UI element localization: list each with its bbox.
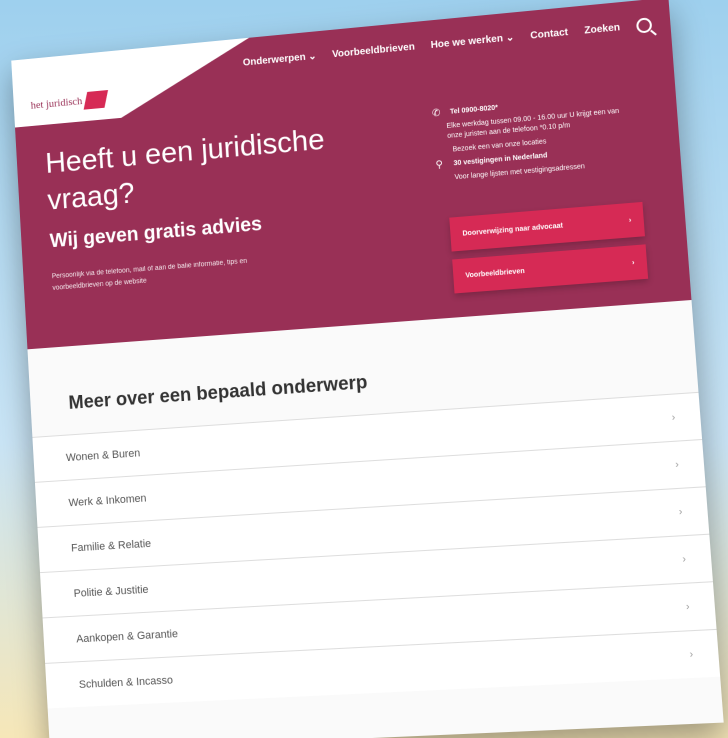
chevron-right-icon: ›: [689, 648, 694, 661]
hero-headline: Heeft u een juridische vraag?: [44, 123, 326, 217]
logo-mark-icon: [83, 90, 108, 110]
logo-text: het juridisch: [30, 95, 83, 112]
referral-lawyer-button[interactable]: Doorverwijzing naar advocaat ›: [449, 201, 645, 252]
topic-label: Familie & Relatie: [70, 537, 152, 555]
chevron-right-icon: ›: [628, 216, 632, 224]
photo-scene: het juridisch Onderwerpen ⌄ Voorbeeldbri…: [0, 0, 728, 738]
topics-title: Meer over een bepaald onderwerp: [68, 372, 369, 414]
nav-item-voorbeeldbrieven[interactable]: Voorbeeldbrieven: [332, 42, 415, 61]
phone-icon: ✆: [431, 107, 441, 120]
nav-item-onderwerpen[interactable]: Onderwerpen ⌄: [243, 51, 317, 69]
topics-section: Meer over een bepaald onderwerp Wonen & …: [27, 299, 724, 738]
location-pin-icon: ⚲: [435, 159, 444, 171]
example-letters-button[interactable]: Voorbeeldbrieven ›: [452, 244, 649, 294]
chevron-right-icon: ›: [678, 506, 683, 518]
browser-screen: het juridisch Onderwerpen ⌄ Voorbeeldbri…: [11, 0, 724, 738]
nav-item-contact[interactable]: Contact: [530, 27, 568, 41]
topic-label: Werk & Inkomen: [68, 492, 147, 509]
chevron-right-icon: ›: [674, 459, 680, 471]
logo-background: [11, 38, 253, 128]
chevron-right-icon: ›: [682, 553, 687, 566]
nav-item-hoe-we-werken[interactable]: Hoe we werken ⌄: [430, 32, 514, 51]
chevron-right-icon: ›: [671, 411, 676, 424]
nav-item-zoeken[interactable]: Zoeken: [584, 22, 621, 36]
chevron-right-icon: ›: [631, 258, 635, 267]
referral-lawyer-label: Doorverwijzing naar advocaat: [462, 222, 564, 238]
topic-label: Schulden & Incasso: [78, 673, 174, 691]
main-nav: Onderwerpen ⌄ Voorbeeldbrieven Hoe we we…: [242, 17, 653, 70]
topic-label: Aankopen & Garantie: [75, 627, 179, 645]
hero-subhead: Wij geven gratis advies: [49, 213, 263, 253]
topic-label: Politie & Justitie: [73, 583, 149, 600]
contact-info: ✆ Tel 0900-8020* Elke werkdag tussen 09.…: [432, 91, 640, 188]
chevron-right-icon: ›: [685, 601, 690, 613]
hero-section: het juridisch Onderwerpen ⌄ Voorbeeldbri…: [11, 0, 692, 350]
hero-intro: Persoonlijk via de telefoon, mail of aan…: [51, 257, 248, 292]
topic-list: Wonen & Buren › Werk & Inkomen › Familie…: [32, 391, 721, 709]
topic-label: Wonen & Buren: [65, 446, 141, 464]
contact-phone[interactable]: Tel 0900-8020*: [450, 104, 499, 118]
search-icon[interactable]: [635, 17, 653, 34]
example-letters-label: Voorbeeldbrieven: [465, 267, 525, 280]
